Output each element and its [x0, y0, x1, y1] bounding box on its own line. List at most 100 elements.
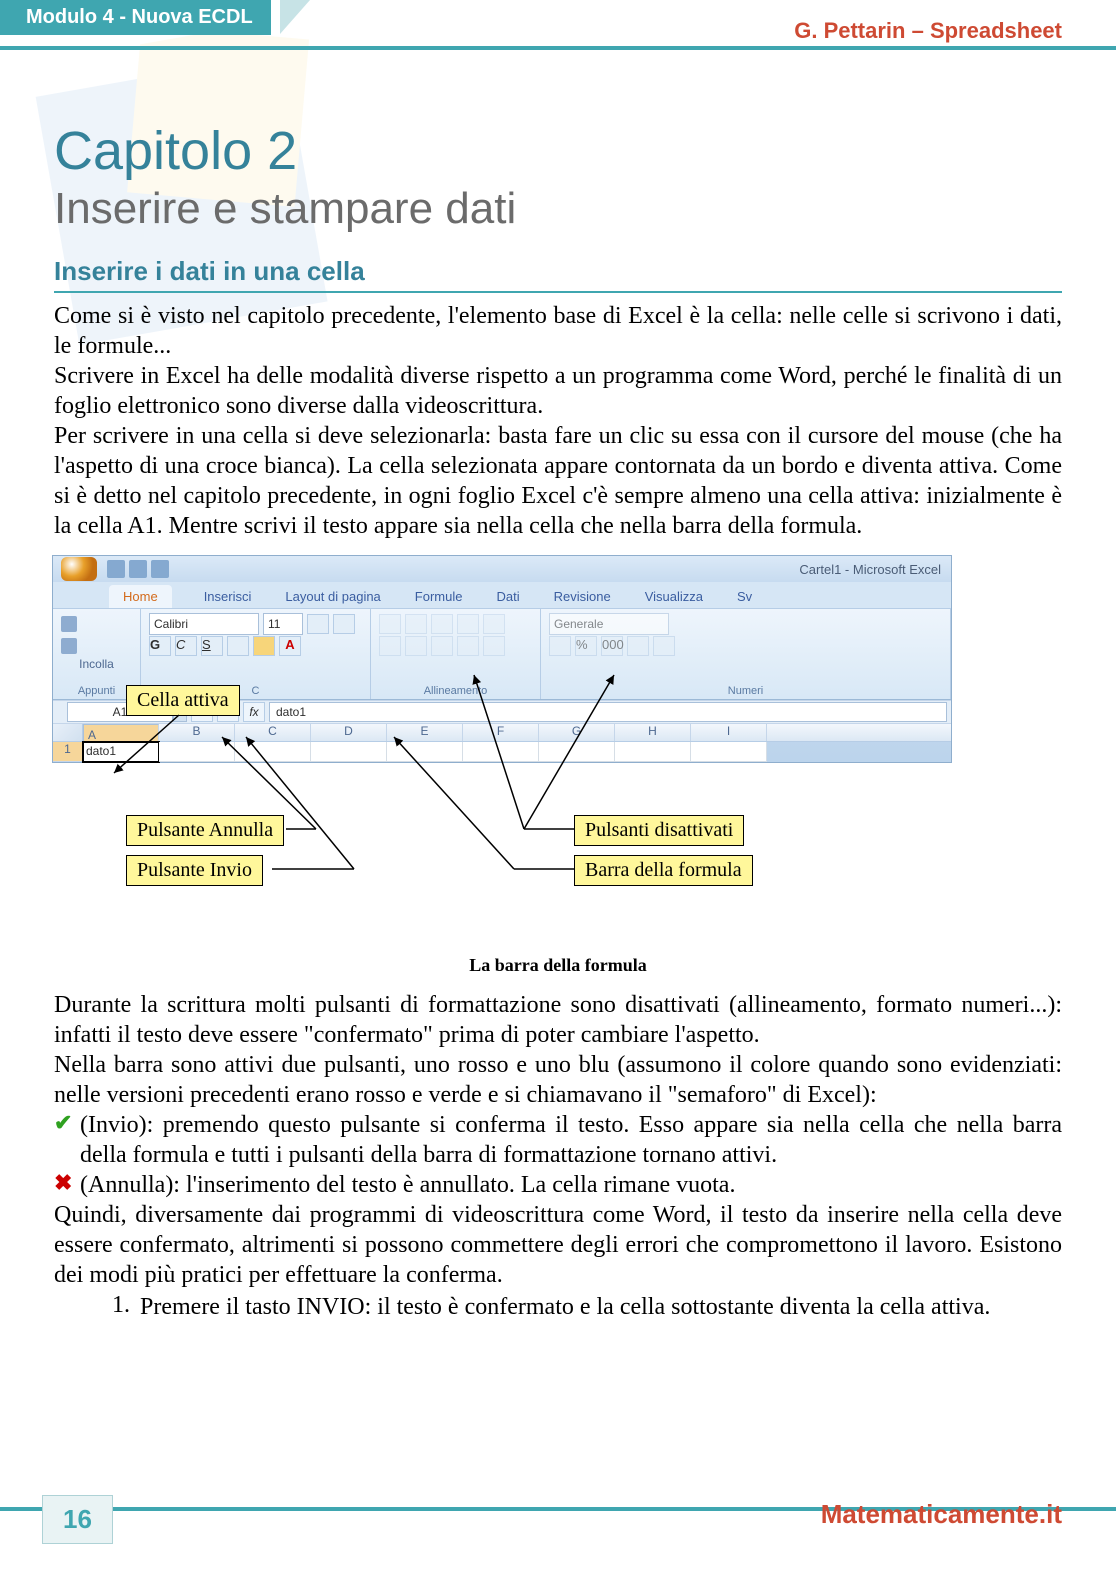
- cell-d1[interactable]: [311, 742, 387, 762]
- para-6: Quindi, diversamente dai programmi di vi…: [54, 1200, 1062, 1290]
- numbered-item-1-text: Premere il tasto INVIO: il testo è confe…: [140, 1292, 990, 1322]
- header-rule: [0, 46, 1116, 50]
- callout-cancel-button: Pulsante Annulla: [126, 815, 284, 846]
- cut-icon[interactable]: [61, 616, 77, 632]
- page-number: 16: [42, 1495, 113, 1544]
- module-tab: Modulo 4 - Nuova ECDL: [0, 0, 271, 35]
- wrap-icon: [483, 614, 505, 634]
- author-title: G. Pettarin – Spreadsheet: [794, 18, 1062, 44]
- excel-titlebar: Cartel1 - Microsoft Excel: [53, 556, 951, 582]
- numbered-item-1-marker: 1.: [94, 1292, 140, 1322]
- chapter-subtitle: Inserire e stampare dati: [54, 184, 1062, 234]
- cell-f1[interactable]: [463, 742, 539, 762]
- bold-button[interactable]: G: [149, 636, 171, 656]
- ribbon-group-alignment: Allineamento: [371, 609, 541, 699]
- align-left-icon: [379, 636, 401, 656]
- bullet-annulla: ✖ (Annulla): l'inserimento del testo è a…: [54, 1170, 1062, 1200]
- orient-icon: [457, 614, 479, 634]
- chapter-title: Capitolo 2: [54, 120, 1062, 182]
- clipboard-group-label: Appunti: [61, 685, 132, 699]
- thousand-icon: 000: [601, 636, 623, 656]
- ribbon-group-number: Generale % 000 Numeri: [541, 609, 951, 699]
- tab-more[interactable]: Sv: [735, 585, 754, 608]
- font-size-select[interactable]: 11: [263, 613, 303, 635]
- cell-b1[interactable]: [159, 742, 235, 762]
- col-header-d[interactable]: D: [311, 724, 387, 741]
- para-2: Scrivere in Excel ha delle modalità dive…: [54, 361, 1062, 421]
- align-top-icon: [379, 614, 401, 634]
- callout-enter-button: Pulsante Invio: [126, 855, 263, 886]
- page-header: Modulo 4 - Nuova ECDL G. Pettarin – Spre…: [0, 0, 1116, 46]
- align-bot-icon: [431, 614, 453, 634]
- paste-label[interactable]: Incolla: [61, 657, 132, 671]
- alignment-group-label: Allineamento: [379, 685, 532, 699]
- para-5: Nella barra sono attivi due pulsanti, un…: [54, 1050, 1062, 1110]
- excel-window: Cartel1 - Microsoft Excel Home Inserisci…: [52, 555, 952, 763]
- italic-button[interactable]: C: [175, 636, 197, 656]
- callout-active-cell: Cella attiva: [126, 685, 240, 716]
- inc-dec-icon: [627, 636, 649, 656]
- page-content: Capitolo 2 Inserire e stampare dati Inse…: [54, 120, 1062, 1322]
- cell-c1[interactable]: [235, 742, 311, 762]
- formula-bar[interactable]: dato1: [269, 702, 947, 722]
- grow-font-icon[interactable]: [307, 614, 329, 634]
- align-center-icon: [405, 636, 427, 656]
- check-icon: ✔: [54, 1110, 80, 1136]
- callout-disabled-buttons: Pulsanti disattivati: [574, 815, 744, 846]
- module-tab-shadow: [280, 0, 310, 34]
- col-header-c[interactable]: C: [235, 724, 311, 741]
- dec-dec-icon: [653, 636, 675, 656]
- col-header-e[interactable]: E: [387, 724, 463, 741]
- office-button-icon[interactable]: [61, 557, 97, 581]
- border-icon[interactable]: [227, 636, 249, 656]
- tab-layout[interactable]: Layout di pagina: [283, 585, 382, 608]
- page-footer: 16 Matematicamente.it: [0, 1507, 1116, 1563]
- shrink-font-icon[interactable]: [333, 614, 355, 634]
- tab-revisione[interactable]: Revisione: [552, 585, 613, 608]
- bullet-invio-text: (Invio): premendo questo pulsante si con…: [80, 1110, 1062, 1170]
- merge-icon: [483, 636, 505, 656]
- cell-i1[interactable]: [691, 742, 767, 762]
- window-title: Cartel1 - Microsoft Excel: [799, 562, 941, 577]
- align-mid-icon: [405, 614, 427, 634]
- cell-h1[interactable]: [615, 742, 691, 762]
- underline-button[interactable]: S: [201, 636, 223, 656]
- qat-save-icon[interactable]: [107, 560, 125, 578]
- indent-dec-icon: [457, 636, 479, 656]
- select-all-corner[interactable]: [53, 724, 83, 741]
- fill-color-icon[interactable]: [253, 636, 275, 656]
- fx-button[interactable]: fx: [243, 702, 265, 722]
- percent-icon: %: [575, 636, 597, 656]
- col-header-b[interactable]: B: [159, 724, 235, 741]
- col-header-f[interactable]: F: [463, 724, 539, 741]
- align-right-icon: [431, 636, 453, 656]
- para-3: Per scrivere in una cella si deve selezi…: [54, 421, 1062, 541]
- cell-e1[interactable]: [387, 742, 463, 762]
- qat-undo-icon[interactable]: [129, 560, 147, 578]
- row-1: 1 dato1: [53, 742, 951, 762]
- bullet-annulla-text: (Annulla): l'inserimento del testo è ann…: [80, 1170, 1062, 1200]
- tab-formule[interactable]: Formule: [413, 585, 465, 608]
- cross-icon: ✖: [54, 1170, 80, 1196]
- para-4: Durante la scrittura molti pulsanti di f…: [54, 990, 1062, 1050]
- column-headers: A B C D E F G H I: [53, 724, 951, 742]
- currency-icon: [549, 636, 571, 656]
- col-header-g[interactable]: G: [539, 724, 615, 741]
- qat-redo-icon[interactable]: [151, 560, 169, 578]
- col-header-i[interactable]: I: [691, 724, 767, 741]
- col-header-h[interactable]: H: [615, 724, 691, 741]
- number-format-select: Generale: [549, 613, 669, 635]
- tab-home[interactable]: Home: [109, 585, 172, 608]
- tab-dati[interactable]: Dati: [494, 585, 521, 608]
- excel-screenshot-figure: Cartel1 - Microsoft Excel Home Inserisci…: [54, 555, 1062, 961]
- copy-icon[interactable]: [61, 638, 77, 654]
- tab-inserisci[interactable]: Inserisci: [202, 585, 254, 608]
- number-group-label: Numeri: [549, 685, 942, 699]
- tab-visualizza[interactable]: Visualizza: [643, 585, 705, 608]
- font-name-select[interactable]: Calibri: [149, 613, 259, 635]
- section-heading: Inserire i dati in una cella: [54, 256, 1062, 293]
- row-header-1[interactable]: 1: [53, 742, 83, 762]
- cell-a1[interactable]: dato1: [83, 742, 159, 762]
- cell-g1[interactable]: [539, 742, 615, 762]
- bullet-invio: ✔ (Invio): premendo questo pulsante si c…: [54, 1110, 1062, 1170]
